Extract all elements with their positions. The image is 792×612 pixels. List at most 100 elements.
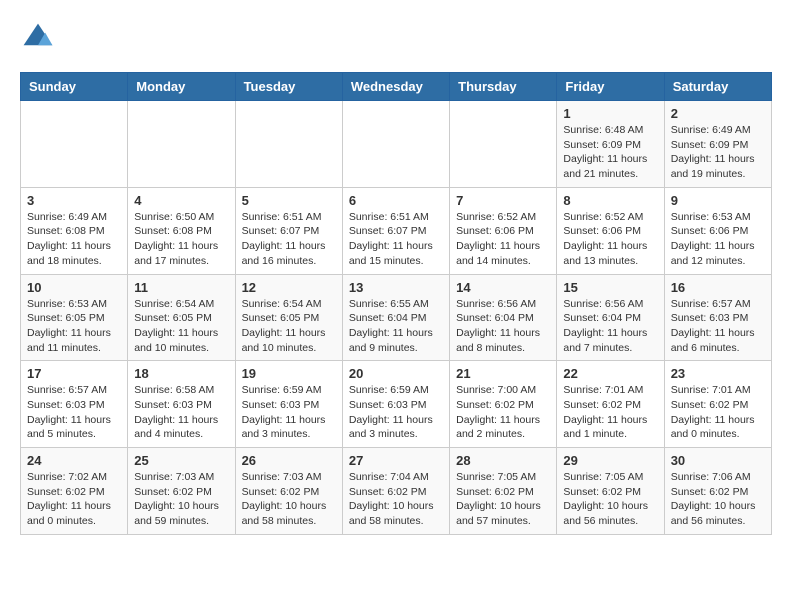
day-number: 8 — [563, 193, 657, 208]
day-number: 10 — [27, 280, 121, 295]
day-number: 27 — [349, 453, 443, 468]
day-number: 1 — [563, 106, 657, 121]
logo-icon — [20, 20, 56, 56]
day-number: 21 — [456, 366, 550, 381]
day-number: 12 — [242, 280, 336, 295]
day-number: 7 — [456, 193, 550, 208]
day-number: 13 — [349, 280, 443, 295]
day-info: Sunrise: 6:52 AM Sunset: 6:06 PM Dayligh… — [563, 210, 657, 269]
week-row-5: 24 Sunrise: 7:02 AM Sunset: 6:02 PM Dayli… — [21, 448, 772, 535]
day-cell: 20 Sunrise: 6:59 AM Sunset: 6:03 PM Dayli… — [342, 361, 449, 448]
day-cell: 8 Sunrise: 6:52 AM Sunset: 6:06 PM Daylig… — [557, 187, 664, 274]
day-number: 9 — [671, 193, 765, 208]
day-cell — [450, 101, 557, 188]
day-info: Sunrise: 7:01 AM Sunset: 6:02 PM Dayligh… — [671, 383, 765, 442]
day-info: Sunrise: 7:03 AM Sunset: 6:02 PM Dayligh… — [242, 470, 336, 529]
day-cell: 27 Sunrise: 7:04 AM Sunset: 6:02 PM Dayli… — [342, 448, 449, 535]
day-info: Sunrise: 7:02 AM Sunset: 6:02 PM Dayligh… — [27, 470, 121, 529]
day-cell: 6 Sunrise: 6:51 AM Sunset: 6:07 PM Daylig… — [342, 187, 449, 274]
day-cell: 7 Sunrise: 6:52 AM Sunset: 6:06 PM Daylig… — [450, 187, 557, 274]
day-cell: 2 Sunrise: 6:49 AM Sunset: 6:09 PM Daylig… — [664, 101, 771, 188]
day-number: 25 — [134, 453, 228, 468]
day-cell: 19 Sunrise: 6:59 AM Sunset: 6:03 PM Dayli… — [235, 361, 342, 448]
day-number: 26 — [242, 453, 336, 468]
day-number: 28 — [456, 453, 550, 468]
day-info: Sunrise: 6:49 AM Sunset: 6:09 PM Dayligh… — [671, 123, 765, 182]
day-info: Sunrise: 7:01 AM Sunset: 6:02 PM Dayligh… — [563, 383, 657, 442]
day-number: 16 — [671, 280, 765, 295]
day-info: Sunrise: 6:55 AM Sunset: 6:04 PM Dayligh… — [349, 297, 443, 356]
week-row-3: 10 Sunrise: 6:53 AM Sunset: 6:05 PM Dayli… — [21, 274, 772, 361]
day-cell: 30Sunrise: 7:06 AM Sunset: 6:02 PM Dayli… — [664, 448, 771, 535]
day-cell: 26 Sunrise: 7:03 AM Sunset: 6:02 PM Dayli… — [235, 448, 342, 535]
day-cell: 23 Sunrise: 7:01 AM Sunset: 6:02 PM Dayli… — [664, 361, 771, 448]
day-number: 24 — [27, 453, 121, 468]
day-cell: 3 Sunrise: 6:49 AM Sunset: 6:08 PM Daylig… — [21, 187, 128, 274]
day-info: Sunrise: 6:53 AM Sunset: 6:05 PM Dayligh… — [27, 297, 121, 356]
weekday-header-wednesday: Wednesday — [342, 73, 449, 101]
day-cell: 12 Sunrise: 6:54 AM Sunset: 6:05 PM Dayli… — [235, 274, 342, 361]
day-cell — [342, 101, 449, 188]
day-cell: 18 Sunrise: 6:58 AM Sunset: 6:03 PM Dayli… — [128, 361, 235, 448]
day-cell — [21, 101, 128, 188]
week-row-2: 3 Sunrise: 6:49 AM Sunset: 6:08 PM Daylig… — [21, 187, 772, 274]
day-info: Sunrise: 6:51 AM Sunset: 6:07 PM Dayligh… — [349, 210, 443, 269]
day-cell: 21 Sunrise: 7:00 AM Sunset: 6:02 PM Dayli… — [450, 361, 557, 448]
day-info: Sunrise: 7:05 AM Sunset: 6:02 PM Dayligh… — [563, 470, 657, 529]
day-number: 22 — [563, 366, 657, 381]
day-cell: 17 Sunrise: 6:57 AM Sunset: 6:03 PM Dayli… — [21, 361, 128, 448]
weekday-header-sunday: Sunday — [21, 73, 128, 101]
day-info: Sunrise: 6:50 AM Sunset: 6:08 PM Dayligh… — [134, 210, 228, 269]
calendar-table: SundayMondayTuesdayWednesdayThursdayFrid… — [20, 72, 772, 535]
day-number: 14 — [456, 280, 550, 295]
day-info: Sunrise: 6:53 AM Sunset: 6:06 PM Dayligh… — [671, 210, 765, 269]
day-info: Sunrise: 6:54 AM Sunset: 6:05 PM Dayligh… — [134, 297, 228, 356]
weekday-header-saturday: Saturday — [664, 73, 771, 101]
day-info: Sunrise: 6:59 AM Sunset: 6:03 PM Dayligh… — [349, 383, 443, 442]
day-number: 5 — [242, 193, 336, 208]
day-cell: 4Sunrise: 6:50 AM Sunset: 6:08 PM Daylig… — [128, 187, 235, 274]
day-info: Sunrise: 7:04 AM Sunset: 6:02 PM Dayligh… — [349, 470, 443, 529]
day-cell: 29 Sunrise: 7:05 AM Sunset: 6:02 PM Dayli… — [557, 448, 664, 535]
day-number: 20 — [349, 366, 443, 381]
day-info: Sunrise: 6:48 AM Sunset: 6:09 PM Dayligh… — [563, 123, 657, 182]
logo — [20, 20, 60, 56]
day-number: 18 — [134, 366, 228, 381]
day-number: 23 — [671, 366, 765, 381]
day-cell — [128, 101, 235, 188]
day-number: 19 — [242, 366, 336, 381]
day-info: Sunrise: 6:54 AM Sunset: 6:05 PM Dayligh… — [242, 297, 336, 356]
day-cell: 22 Sunrise: 7:01 AM Sunset: 6:02 PM Dayli… — [557, 361, 664, 448]
day-cell: 14 Sunrise: 6:56 AM Sunset: 6:04 PM Dayli… — [450, 274, 557, 361]
day-info: Sunrise: 6:58 AM Sunset: 6:03 PM Dayligh… — [134, 383, 228, 442]
day-number: 6 — [349, 193, 443, 208]
day-info: Sunrise: 7:00 AM Sunset: 6:02 PM Dayligh… — [456, 383, 550, 442]
day-info: Sunrise: 6:51 AM Sunset: 6:07 PM Dayligh… — [242, 210, 336, 269]
day-number: 30 — [671, 453, 765, 468]
day-info: Sunrise: 6:52 AM Sunset: 6:06 PM Dayligh… — [456, 210, 550, 269]
day-cell: 5 Sunrise: 6:51 AM Sunset: 6:07 PM Daylig… — [235, 187, 342, 274]
weekday-header-monday: Monday — [128, 73, 235, 101]
day-info: Sunrise: 6:56 AM Sunset: 6:04 PM Dayligh… — [563, 297, 657, 356]
day-cell: 24 Sunrise: 7:02 AM Sunset: 6:02 PM Dayli… — [21, 448, 128, 535]
day-info: Sunrise: 6:49 AM Sunset: 6:08 PM Dayligh… — [27, 210, 121, 269]
week-row-1: 1 Sunrise: 6:48 AM Sunset: 6:09 PM Daylig… — [21, 101, 772, 188]
weekday-header-thursday: Thursday — [450, 73, 557, 101]
week-row-4: 17 Sunrise: 6:57 AM Sunset: 6:03 PM Dayli… — [21, 361, 772, 448]
day-cell: 13 Sunrise: 6:55 AM Sunset: 6:04 PM Dayli… — [342, 274, 449, 361]
day-number: 29 — [563, 453, 657, 468]
day-cell: 9 Sunrise: 6:53 AM Sunset: 6:06 PM Daylig… — [664, 187, 771, 274]
day-number: 2 — [671, 106, 765, 121]
weekday-header-tuesday: Tuesday — [235, 73, 342, 101]
day-cell: 16Sunrise: 6:57 AM Sunset: 6:03 PM Dayli… — [664, 274, 771, 361]
day-cell: 10 Sunrise: 6:53 AM Sunset: 6:05 PM Dayli… — [21, 274, 128, 361]
day-info: Sunrise: 6:56 AM Sunset: 6:04 PM Dayligh… — [456, 297, 550, 356]
day-info: Sunrise: 6:59 AM Sunset: 6:03 PM Dayligh… — [242, 383, 336, 442]
day-number: 17 — [27, 366, 121, 381]
day-info: Sunrise: 7:03 AM Sunset: 6:02 PM Dayligh… — [134, 470, 228, 529]
day-cell: 11Sunrise: 6:54 AM Sunset: 6:05 PM Dayli… — [128, 274, 235, 361]
day-info: Sunrise: 6:57 AM Sunset: 6:03 PM Dayligh… — [27, 383, 121, 442]
page-header — [20, 20, 772, 56]
day-number: 3 — [27, 193, 121, 208]
day-info: Sunrise: 7:05 AM Sunset: 6:02 PM Dayligh… — [456, 470, 550, 529]
